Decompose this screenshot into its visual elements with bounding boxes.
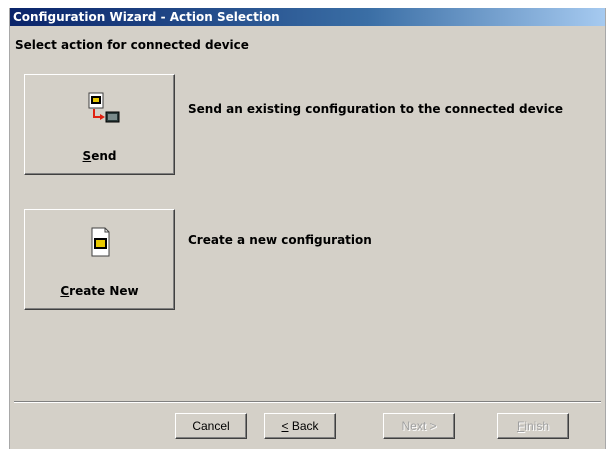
page-heading: Select action for connected device bbox=[15, 38, 249, 52]
send-config-icon bbox=[25, 91, 174, 131]
create-new-description: Create a new configuration bbox=[188, 233, 372, 247]
back-button[interactable]: < Back bbox=[264, 413, 336, 439]
title-bar: Configuration Wizard - Action Selection bbox=[10, 8, 605, 26]
send-button[interactable]: Send bbox=[24, 74, 175, 175]
create-new-button[interactable]: Create New bbox=[24, 209, 175, 310]
new-config-icon bbox=[25, 226, 174, 266]
send-button-label: Send bbox=[82, 149, 117, 163]
next-button[interactable]: Next > bbox=[383, 413, 455, 439]
wizard-window: Configuration Wizard - Action Selection … bbox=[9, 8, 606, 449]
create-new-button-label: Create New bbox=[60, 284, 139, 298]
separator bbox=[14, 401, 601, 403]
send-description: Send an existing configuration to the co… bbox=[188, 102, 563, 116]
finish-button[interactable]: Finish bbox=[497, 413, 569, 439]
cancel-button[interactable]: Cancel bbox=[175, 413, 247, 439]
